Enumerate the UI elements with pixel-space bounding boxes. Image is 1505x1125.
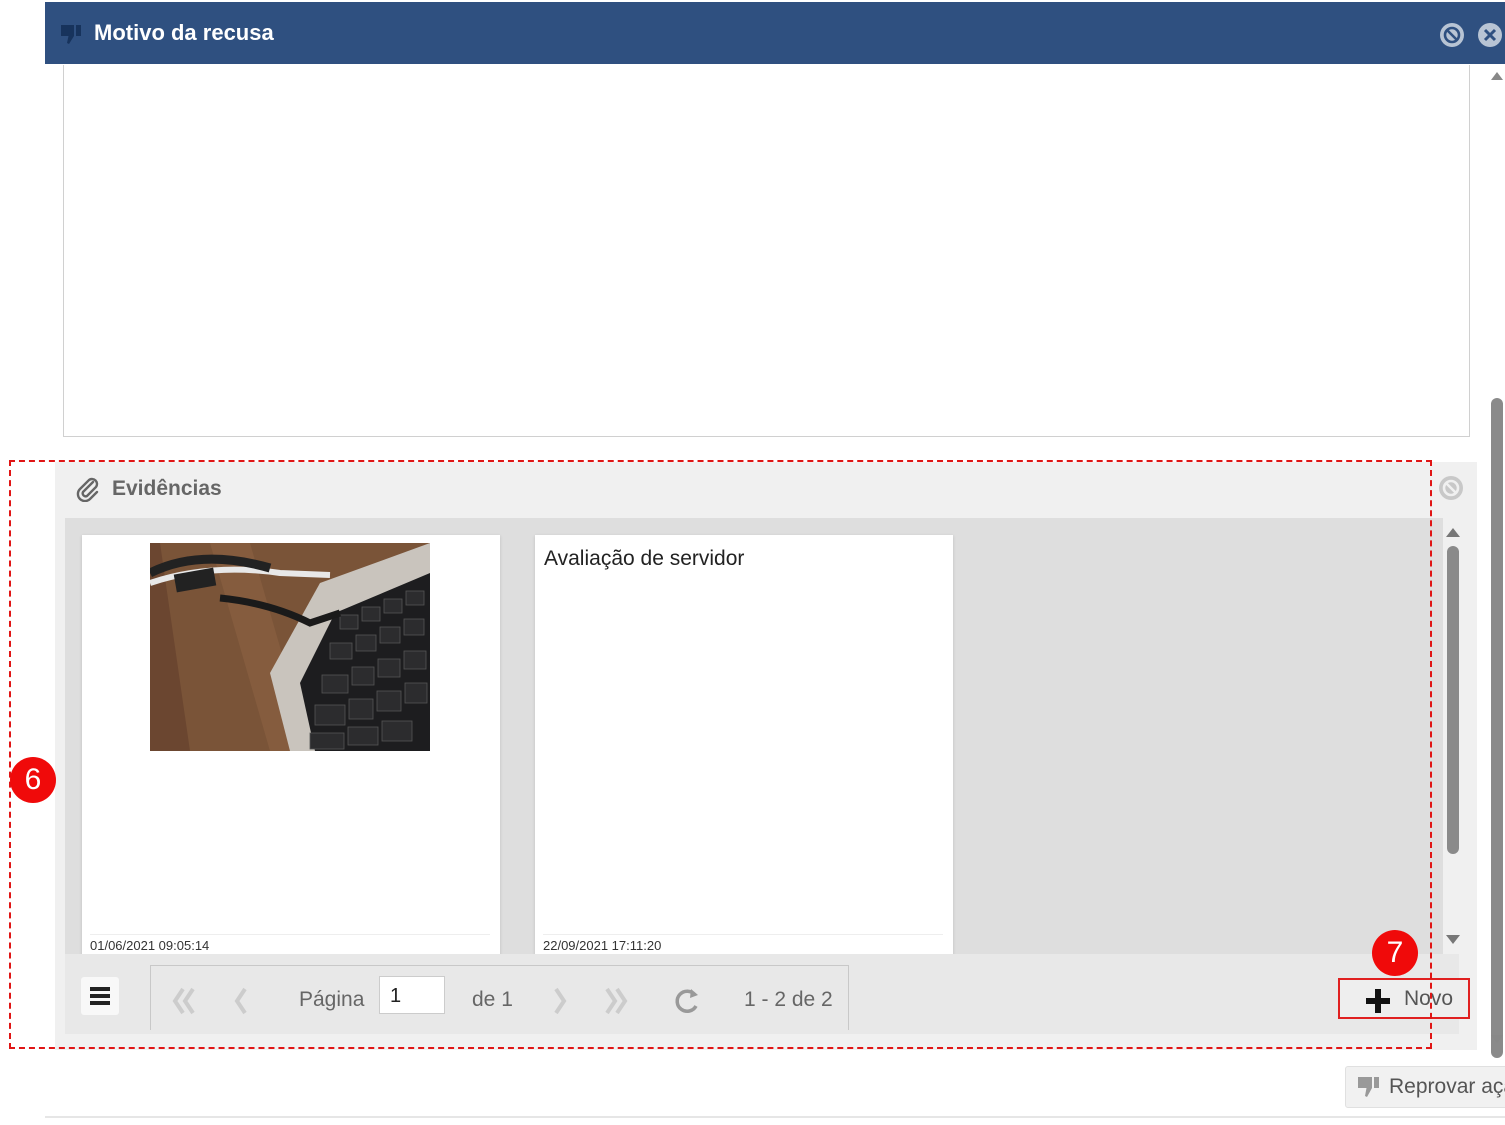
plus-icon: [1366, 989, 1390, 1013]
range-label: 1 - 2 de 2: [744, 988, 833, 1011]
thumbs-down-icon: [1358, 1077, 1379, 1097]
evidence-card[interactable]: 01/06/2021 09:05:14: [82, 535, 500, 954]
evidences-panel: Evidências 01/06/2021 09:05:14 Avaliação…: [55, 462, 1477, 1050]
close-button[interactable]: [1476, 21, 1504, 49]
page-label: Página: [299, 988, 365, 1011]
scroll-up-icon[interactable]: [1490, 69, 1504, 83]
evidence-scrollbar[interactable]: [1445, 518, 1461, 954]
menu-icon[interactable]: [81, 977, 119, 1015]
block-icon[interactable]: [1437, 474, 1465, 502]
reject-action-button[interactable]: Reprovar ação: [1345, 1066, 1505, 1108]
new-evidence-button[interactable]: Novo: [1338, 978, 1470, 1019]
evidence-title: Avaliação de servidor: [544, 547, 745, 570]
laptop-photo-thumbnail[interactable]: [150, 543, 430, 751]
page-total-label: de 1: [472, 988, 513, 1011]
evidence-card[interactable]: Avaliação de servidor 22/09/2021 17:11:2…: [535, 535, 953, 954]
thumbs-down-icon: [61, 25, 81, 44]
page-number-input[interactable]: 1: [379, 976, 445, 1014]
dialog-titlebar: Motivo da recusa: [45, 2, 1505, 64]
scroll-down-icon[interactable]: [1445, 932, 1461, 948]
dialog-scrollbar[interactable]: [1489, 64, 1505, 1058]
annotation-marker-7: 7: [1372, 930, 1418, 976]
dialog-title: Motivo da recusa: [94, 20, 274, 45]
scroll-thumb[interactable]: [1491, 398, 1503, 1058]
refresh-icon[interactable]: [671, 986, 703, 1016]
minimize-button[interactable]: [1438, 21, 1466, 49]
dialog-window: Motivo da recusa Evidências 01/06/2021 0…: [45, 0, 1505, 1125]
evidence-grid: 01/06/2021 09:05:14 Avaliação de servido…: [65, 518, 1443, 954]
new-button-label: Novo: [1404, 987, 1454, 1010]
first-page-icon[interactable]: [169, 986, 201, 1016]
evidence-timestamp: 22/09/2021 17:11:20: [543, 934, 943, 953]
evidences-title: Evidências: [112, 477, 222, 500]
evidence-timestamp: 01/06/2021 09:05:14: [90, 934, 490, 953]
scroll-thumb[interactable]: [1447, 546, 1459, 854]
paperclip-icon: [76, 477, 99, 502]
prev-page-icon[interactable]: [225, 986, 257, 1016]
pager-controls: Página 1 de 1 1 - 2 de 2: [150, 965, 849, 1030]
pagination-toolbar: Página 1 de 1 1 - 2 de 2 Novo: [65, 954, 1470, 1034]
last-page-icon[interactable]: [599, 986, 631, 1016]
annotation-marker-6: 6: [10, 757, 56, 803]
reason-textarea[interactable]: [63, 65, 1470, 437]
divider: [45, 1116, 1505, 1118]
scroll-up-icon[interactable]: [1445, 524, 1461, 540]
scroll-down-icon[interactable]: [1490, 1032, 1504, 1046]
reject-action-label: Reprovar ação: [1389, 1075, 1505, 1098]
next-page-icon[interactable]: [544, 986, 576, 1016]
